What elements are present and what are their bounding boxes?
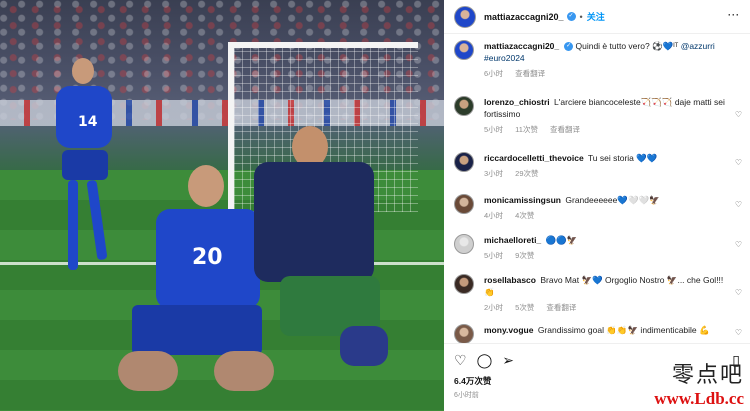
watermark-text: 零点吧 [671, 363, 744, 388]
comments-list: mattiazaccagni20_ ✓ Quindi è tutto vero? … [444, 40, 750, 344]
follow-button[interactable]: 关注 [587, 10, 605, 23]
comment-username[interactable]: rosellabasco [484, 275, 536, 285]
comment-username[interactable]: lorenzo_chiostri [484, 97, 550, 107]
comment-text: Grandissimo goal 👏👏🦅 indimenticabile 💪 [537, 325, 710, 335]
comment-item: rosellabasco Bravo Mat 🦅💙 Orgoglio Nostr… [444, 274, 750, 322]
comment-username[interactable]: michaelloreti_ [484, 235, 541, 245]
heart-icon[interactable]: ♡ [735, 200, 742, 209]
caption-username[interactable]: mattiazaccagni20_ [484, 41, 559, 51]
separator: • [579, 11, 583, 22]
instagram-panel: mattiazaccagni20_ ✓ • 关注 ··· mattiazacca… [444, 0, 750, 411]
author-username[interactable]: mattiazaccagni20_ [484, 12, 564, 22]
avatar[interactable] [454, 5, 476, 28]
watermark-url: www.Ldb.cc [654, 389, 744, 408]
heart-icon[interactable]: ♡ [454, 352, 467, 369]
comment-text: 🔵🔵🦅 [545, 235, 578, 245]
player-number: 20 [192, 245, 223, 270]
comment-item: monicamissingsun Grandeeeeee💙🤍🤍🦅 4小时 4次赞 … [444, 194, 750, 230]
comment-likes: 29次赞 [515, 169, 539, 178]
avatar[interactable] [454, 324, 474, 344]
staff-member [240, 126, 400, 376]
comment-likes: 4次赞 [515, 211, 535, 220]
comment-item: mony.vogue Grandissimo goal 👏👏🦅 indiment… [444, 324, 750, 344]
comment-time: 5小时 [484, 125, 504, 134]
more-icon[interactable]: ··· [728, 10, 740, 20]
avatar[interactable] [454, 194, 474, 214]
avatar[interactable] [454, 152, 474, 172]
comment-time: 5小时 [484, 251, 504, 260]
avatar[interactable] [454, 96, 474, 116]
avatar[interactable] [454, 234, 474, 254]
avatar[interactable] [454, 40, 474, 60]
caption-text: Quindi è tutto vero? ⚽💙ᴵᵀ [575, 41, 679, 51]
comment-likes: 11次赞 [515, 125, 538, 134]
comment-item: michaelloreti_ 🔵🔵🦅 5小时 9次赞 ♡ [444, 234, 750, 270]
heart-icon[interactable]: ♡ [735, 110, 742, 119]
comment-likes: 5次赞 [515, 303, 535, 312]
heart-icon[interactable]: ♡ [735, 240, 742, 249]
verified-badge-icon: ✓ [564, 42, 574, 52]
mention-link[interactable]: @azzurri [681, 41, 715, 51]
translate-button[interactable]: 查看翻译 [546, 303, 576, 312]
comment-username[interactable]: mony.vogue [484, 325, 533, 335]
caption-time: 6小时 [484, 69, 504, 78]
translate-button[interactable]: 查看翻译 [550, 125, 580, 134]
translate-button[interactable]: 查看翻译 [515, 69, 545, 78]
player-number: 14 [78, 114, 98, 130]
comment-likes: 9次赞 [515, 251, 535, 260]
comment-username[interactable]: riccardocelletti_thevoice [484, 153, 584, 163]
comment-time: 3小时 [484, 169, 504, 178]
heart-icon[interactable]: ♡ [735, 158, 742, 167]
comment-time: 2小时 [484, 303, 504, 312]
comment-text: Tu sei storia 💙💙 [587, 153, 658, 163]
screenshot: 14 20 mattiazaccagni20_ ✓ • 关注 ··· matti… [0, 0, 750, 411]
comment-item: lorenzo_chiostri L'arciere biancoceleste… [444, 96, 750, 146]
heart-icon[interactable]: ♡ [735, 328, 742, 337]
share-icon[interactable]: ➢ [502, 352, 514, 369]
comment-text: Grandeeeeee💙🤍🤍🦅 [565, 195, 660, 205]
post-photo: 14 20 [0, 0, 444, 411]
comment-icon[interactable]: ◯ [477, 352, 493, 369]
comment-username[interactable]: monicamissingsun [484, 195, 561, 205]
avatar[interactable] [454, 274, 474, 294]
heart-icon[interactable]: ♡ [735, 288, 742, 297]
comment-item: riccardocelletti_thevoice Tu sei storia … [444, 152, 750, 188]
hashtag-link[interactable]: #euro2024 [484, 53, 525, 63]
post-header: mattiazaccagni20_ ✓ • 关注 ··· [444, 0, 750, 34]
caption: mattiazaccagni20_ ✓ Quindi è tutto vero? … [444, 40, 750, 86]
comment-time: 4小时 [484, 211, 504, 220]
verified-badge-icon: ✓ [566, 12, 576, 21]
